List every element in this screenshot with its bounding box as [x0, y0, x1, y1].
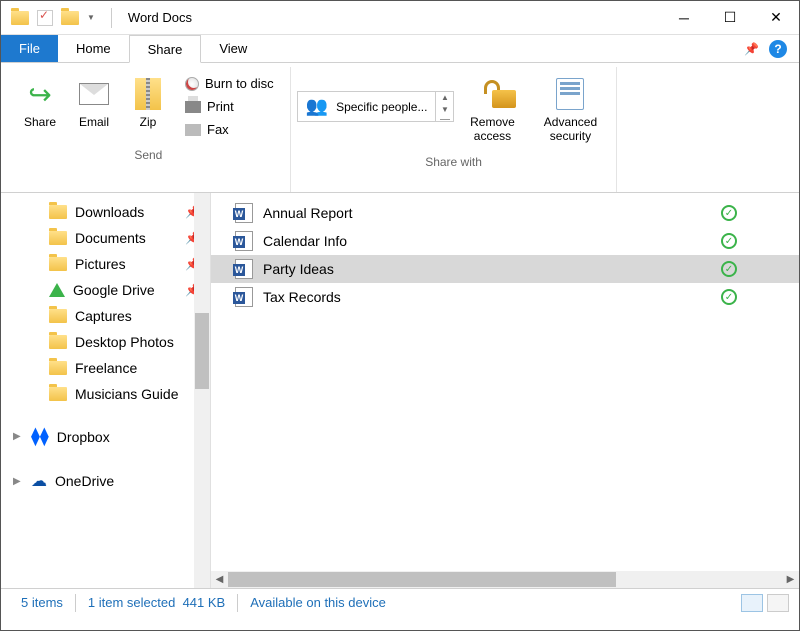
chevron-right-icon[interactable]: ▶	[13, 431, 21, 442]
word-doc-icon	[235, 203, 253, 223]
file-list-pane: Annual Report✓ Calendar Info✓ Party Idea…	[211, 193, 799, 588]
ribbon: ↪ Share Email Zip Burn to disc Print Fax…	[1, 63, 799, 193]
tab-view[interactable]: View	[201, 35, 265, 62]
lock-icon	[480, 80, 504, 108]
disc-icon	[185, 77, 199, 91]
sidebar-item-documents[interactable]: Documents📌	[1, 225, 210, 251]
file-row[interactable]: Calendar Info✓	[211, 227, 799, 255]
status-selected[interactable]: 1 item selected 441 KB	[78, 595, 235, 610]
share-with-dropdown[interactable]: ▲ ▼	[436, 91, 454, 122]
minimize-ribbon-icon[interactable]: 📌	[744, 42, 759, 56]
file-row[interactable]: Annual Report✓	[211, 199, 799, 227]
scroll-right-icon[interactable]: ▶	[782, 574, 799, 585]
navigation-pane: Downloads📌 Documents📌 Pictures📌 Google D…	[1, 193, 211, 588]
file-row[interactable]: Tax Records✓	[211, 283, 799, 311]
envelope-icon	[79, 83, 109, 105]
sync-ok-icon: ✓	[721, 205, 737, 221]
share-arrow-icon: ↪	[23, 77, 57, 111]
sidebar-item-dropbox[interactable]: ▶⧫⧫Dropbox	[1, 421, 210, 452]
sidebar-item-google-drive[interactable]: Google Drive📌	[1, 277, 210, 303]
dropbox-icon: ⧫⧫	[31, 426, 49, 447]
onedrive-icon: ☁	[31, 471, 47, 491]
sidebar-scrollbar[interactable]	[194, 193, 210, 588]
send-group-label: Send	[134, 146, 162, 168]
email-label: Email	[79, 115, 109, 129]
sidebar-item-pictures[interactable]: Pictures📌	[1, 251, 210, 277]
advanced-security-label: Advanced security	[540, 115, 600, 143]
remove-access-button[interactable]: Remove access	[454, 71, 530, 149]
maximize-button[interactable]: ☐	[707, 1, 753, 35]
folder-icon	[49, 335, 67, 349]
print-button[interactable]: Print	[179, 96, 280, 117]
remove-access-label: Remove access	[464, 115, 520, 143]
tab-file[interactable]: File	[1, 35, 58, 62]
folder-icon	[49, 387, 67, 401]
checklist-icon	[556, 78, 584, 110]
printer-icon	[185, 101, 201, 113]
app-folder-icon	[11, 11, 29, 25]
share-with-group-label: Share with	[425, 153, 482, 175]
specific-people-button[interactable]: 👥 Specific people...	[297, 91, 437, 122]
details-view-button[interactable]	[741, 594, 763, 612]
people-icon: 👥	[306, 96, 328, 117]
status-item-count[interactable]: 5 items	[11, 595, 73, 610]
ribbon-tabs: File Home Share View 📌 ?	[1, 35, 799, 63]
burn-button[interactable]: Burn to disc	[179, 73, 280, 94]
zip-icon	[135, 78, 161, 110]
sync-ok-icon: ✓	[721, 233, 737, 249]
status-bar: 5 items 1 item selected 441 KB Available…	[1, 588, 799, 616]
share-label: Share	[24, 115, 56, 129]
content-area: Downloads📌 Documents📌 Pictures📌 Google D…	[1, 193, 799, 588]
fax-icon	[185, 124, 201, 136]
sidebar-item-captures[interactable]: Captures	[1, 303, 210, 329]
sidebar-item-desktop-photos[interactable]: Desktop Photos	[1, 329, 210, 355]
share-button[interactable]: ↪ Share	[13, 71, 67, 135]
qat-dropdown-icon[interactable]: ▼	[87, 13, 95, 22]
sync-ok-icon: ✓	[721, 261, 737, 277]
gdrive-icon	[49, 283, 65, 297]
zip-button[interactable]: Zip	[121, 71, 175, 135]
word-doc-icon	[235, 259, 253, 279]
advanced-security-button[interactable]: Advanced security	[530, 71, 610, 149]
zip-label: Zip	[140, 115, 157, 129]
sidebar-item-musicians-guide[interactable]: Musicians Guide	[1, 381, 210, 407]
sidebar-item-freelance[interactable]: Freelance	[1, 355, 210, 381]
file-row[interactable]: Party Ideas✓	[211, 255, 799, 283]
sidebar-item-downloads[interactable]: Downloads📌	[1, 199, 210, 225]
minimize-button[interactable]: ─	[661, 1, 707, 35]
tab-home[interactable]: Home	[58, 35, 129, 62]
sync-ok-icon: ✓	[721, 289, 737, 305]
group-send: ↪ Share Email Zip Burn to disc Print Fax…	[7, 67, 291, 192]
thumbnails-view-button[interactable]	[767, 594, 789, 612]
fax-button[interactable]: Fax	[179, 119, 280, 140]
sidebar-item-onedrive[interactable]: ▶☁OneDrive	[1, 466, 210, 496]
word-doc-icon	[235, 287, 253, 307]
folder-icon	[49, 231, 67, 245]
word-doc-icon	[235, 231, 253, 251]
scroll-left-icon[interactable]: ◀	[211, 574, 228, 585]
tab-share[interactable]: Share	[129, 35, 202, 63]
folder-icon	[49, 257, 67, 271]
group-share-with: 👥 Specific people... ▲ ▼ Remove access A…	[291, 67, 618, 192]
horizontal-scrollbar[interactable]: ◀ ▶	[211, 571, 799, 588]
qat-folder-icon[interactable]	[61, 11, 79, 25]
email-button[interactable]: Email	[67, 71, 121, 135]
help-icon[interactable]: ?	[769, 40, 787, 58]
title-bar: ✓ ▼ Word Docs ─ ☐ ✕	[1, 1, 799, 35]
status-availability[interactable]: Available on this device	[240, 595, 396, 610]
separator	[111, 8, 112, 28]
window-title: Word Docs	[128, 10, 192, 25]
close-button[interactable]: ✕	[753, 1, 799, 35]
folder-icon	[49, 361, 67, 375]
qat-check-icon[interactable]: ✓	[37, 10, 53, 26]
folder-icon	[49, 309, 67, 323]
chevron-right-icon[interactable]: ▶	[13, 476, 21, 487]
folder-icon	[49, 205, 67, 219]
